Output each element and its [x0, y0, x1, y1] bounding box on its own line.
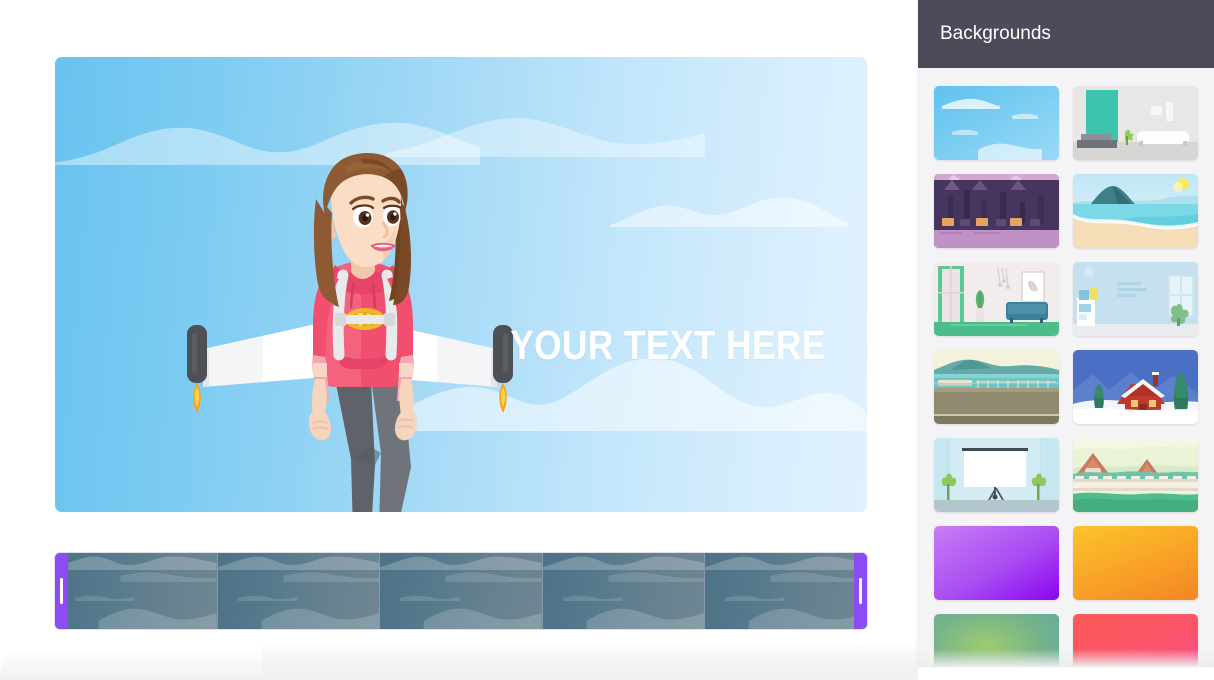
- background-thumb-gradient-orange[interactable]: [1073, 526, 1198, 600]
- video-stage[interactable]: YOUR TEXT HERE: [55, 57, 867, 512]
- timeline-clip[interactable]: [55, 553, 867, 629]
- background-thumb-winter-house[interactable]: [1073, 350, 1198, 424]
- editor-root: YOUR TEXT HERE Backgrounds: [0, 0, 1214, 680]
- timeline-handle-start[interactable]: [55, 553, 68, 629]
- timeline-frame[interactable]: [380, 553, 543, 629]
- timeline-frame[interactable]: [55, 553, 218, 629]
- timeline-frames: [55, 553, 867, 629]
- background-thumb-interior-plant[interactable]: [934, 262, 1059, 336]
- background-thumb-gradient-purple[interactable]: [934, 526, 1059, 600]
- background-thumb-lake-mountains[interactable]: [934, 350, 1059, 424]
- handle-grip-icon: [859, 578, 862, 604]
- background-thumb-office-room[interactable]: [1073, 262, 1198, 336]
- background-thumb-beach[interactable]: [1073, 174, 1198, 248]
- cloud-middle-right: [590, 187, 850, 227]
- page-footer-shade-inner: [262, 640, 918, 680]
- timeline-frame[interactable]: [217, 553, 381, 629]
- panel-header: Backgrounds: [918, 0, 1214, 68]
- panel-title: Backgrounds: [940, 23, 1051, 44]
- panel-bottom-fade: [918, 649, 1214, 667]
- backgrounds-panel: Backgrounds: [918, 0, 1214, 667]
- timeline-frame[interactable]: [705, 553, 867, 629]
- backgrounds-grid: [918, 68, 1214, 667]
- background-thumb-night-city[interactable]: [934, 174, 1059, 248]
- background-thumb-presentation[interactable]: [934, 438, 1059, 512]
- handle-grip-icon: [60, 578, 63, 604]
- timeline-frame[interactable]: [542, 553, 706, 629]
- background-thumb-suburb-fence[interactable]: [1073, 438, 1198, 512]
- timeline-handle-end[interactable]: [854, 553, 867, 629]
- stage-text-element[interactable]: YOUR TEXT HERE: [510, 322, 825, 369]
- background-thumb-living-room[interactable]: [1073, 86, 1198, 160]
- background-thumb-sky-clouds[interactable]: [934, 86, 1059, 160]
- character-avatar[interactable]: [175, 147, 525, 512]
